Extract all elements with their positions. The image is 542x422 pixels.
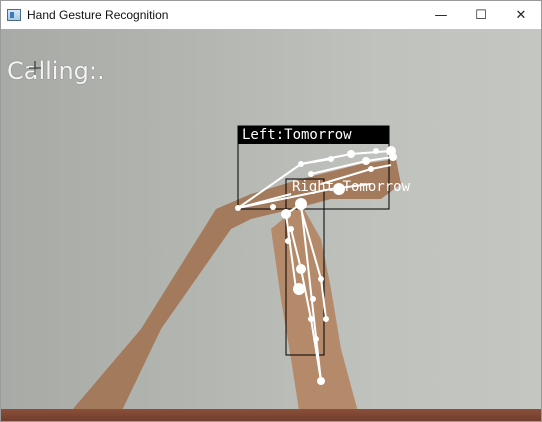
window-controls: — ☐ ✕ bbox=[421, 1, 541, 29]
title-bar[interactable]: Hand Gesture Recognition — ☐ ✕ bbox=[1, 1, 541, 29]
camera-scene bbox=[62, 125, 401, 421]
left-hand-label: Left:Tomorrow bbox=[238, 126, 389, 144]
right-hand-label: Right:Tomorrow bbox=[292, 179, 411, 195]
camera-feed: Calling:. Left:Tomorrow Right:Tomorrow bbox=[1, 29, 541, 421]
status-text: Calling:. bbox=[7, 57, 105, 85]
app-icon bbox=[7, 9, 21, 21]
minimize-button[interactable]: — bbox=[421, 1, 461, 29]
floor-strip bbox=[1, 409, 541, 421]
right-arm bbox=[271, 204, 361, 421]
app-window: Hand Gesture Recognition — ☐ ✕ Calling:.… bbox=[0, 0, 542, 422]
window-title: Hand Gesture Recognition bbox=[27, 8, 169, 22]
cursor-icon bbox=[29, 61, 41, 75]
close-button[interactable]: ✕ bbox=[501, 1, 541, 29]
maximize-button[interactable]: ☐ bbox=[461, 1, 501, 29]
